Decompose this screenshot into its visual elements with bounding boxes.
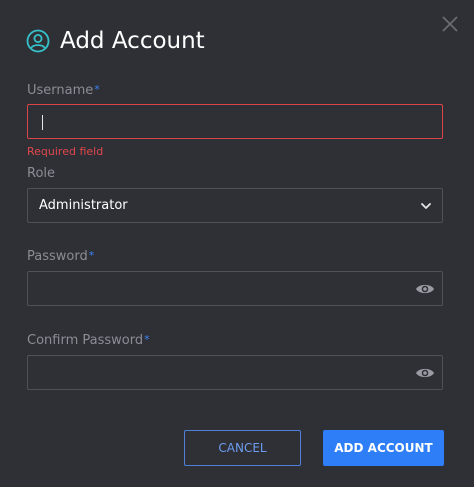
- close-icon: [442, 16, 458, 32]
- dialog-title: Add Account: [60, 28, 205, 54]
- cancel-button[interactable]: CANCEL: [184, 430, 301, 466]
- username-label: Username*: [27, 83, 100, 98]
- role-select[interactable]: Administrator: [27, 188, 443, 223]
- username-input[interactable]: [27, 104, 443, 139]
- password-input[interactable]: [27, 271, 443, 306]
- dialog-header: Add Account: [26, 28, 205, 54]
- confirm-password-label: Confirm Password*: [27, 333, 150, 348]
- user-circle-icon: [26, 29, 50, 53]
- password-label: Password*: [27, 249, 95, 264]
- required-mark: *: [94, 83, 100, 96]
- close-button[interactable]: [440, 14, 460, 34]
- role-label: Role: [27, 166, 56, 181]
- required-mark: *: [144, 333, 150, 346]
- add-account-button[interactable]: ADD ACCOUNT: [323, 430, 444, 466]
- required-mark: *: [88, 249, 95, 262]
- chevron-down-icon: [421, 203, 431, 209]
- eye-icon[interactable]: [415, 281, 435, 297]
- add-account-dialog: Add Account Username* Required field Rol…: [0, 0, 474, 487]
- confirm-password-input[interactable]: [27, 355, 443, 390]
- text-caret: [42, 115, 43, 130]
- username-error-text: Required field: [27, 145, 104, 158]
- role-select-value: Administrator: [39, 198, 128, 213]
- eye-icon[interactable]: [415, 365, 435, 381]
